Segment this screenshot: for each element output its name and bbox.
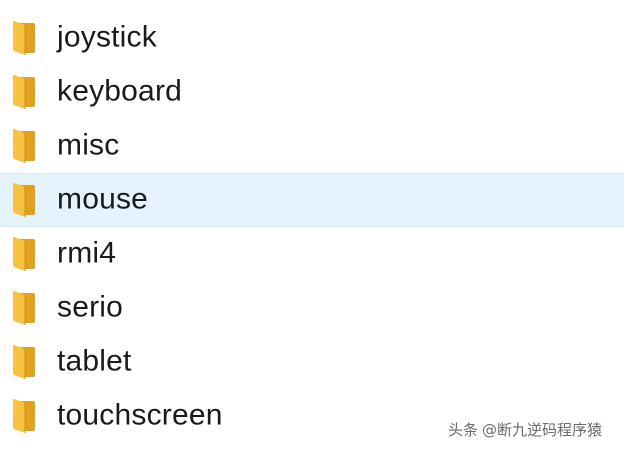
folder-name: tablet <box>57 344 132 378</box>
folder-icon <box>11 21 37 55</box>
folder-front-shape <box>13 183 25 217</box>
folder-icon <box>11 399 37 433</box>
watermark-source: 头条 <box>448 421 479 439</box>
folder-list: joystick keyboard misc mouse rmi4 serio … <box>0 11 624 443</box>
folder-icon <box>11 237 37 271</box>
folder-icon <box>11 129 37 163</box>
folder-front-shape <box>13 75 25 109</box>
folder-item-misc[interactable]: misc <box>0 119 624 173</box>
folder-item-keyboard[interactable]: keyboard <box>0 65 624 119</box>
folder-name: touchscreen <box>57 398 223 432</box>
folder-item-rmi4[interactable]: rmi4 <box>0 227 624 281</box>
folder-name: joystick <box>57 20 157 54</box>
folder-name: rmi4 <box>57 236 117 270</box>
folder-icon <box>11 291 37 325</box>
folder-front-shape <box>13 345 25 379</box>
folder-item-joystick[interactable]: joystick <box>0 11 624 65</box>
folder-icon <box>11 345 37 379</box>
folder-front-shape <box>13 291 25 325</box>
folder-icon <box>11 75 37 109</box>
folder-item-serio[interactable]: serio <box>0 281 624 335</box>
folder-name: misc <box>57 128 120 162</box>
folder-name: serio <box>57 290 124 324</box>
watermark: 头条 @断九逆码程序猿 <box>448 419 602 440</box>
folder-front-shape <box>13 399 25 433</box>
folder-front-shape <box>13 129 25 163</box>
folder-icon <box>11 183 37 217</box>
watermark-handle: @断九逆码程序猿 <box>482 421 603 439</box>
folder-item-tablet[interactable]: tablet <box>0 335 624 389</box>
folder-front-shape <box>13 21 25 55</box>
folder-item-mouse[interactable]: mouse <box>0 173 624 227</box>
folder-name: mouse <box>57 182 149 216</box>
folder-front-shape <box>13 237 25 271</box>
folder-name: keyboard <box>57 74 183 108</box>
